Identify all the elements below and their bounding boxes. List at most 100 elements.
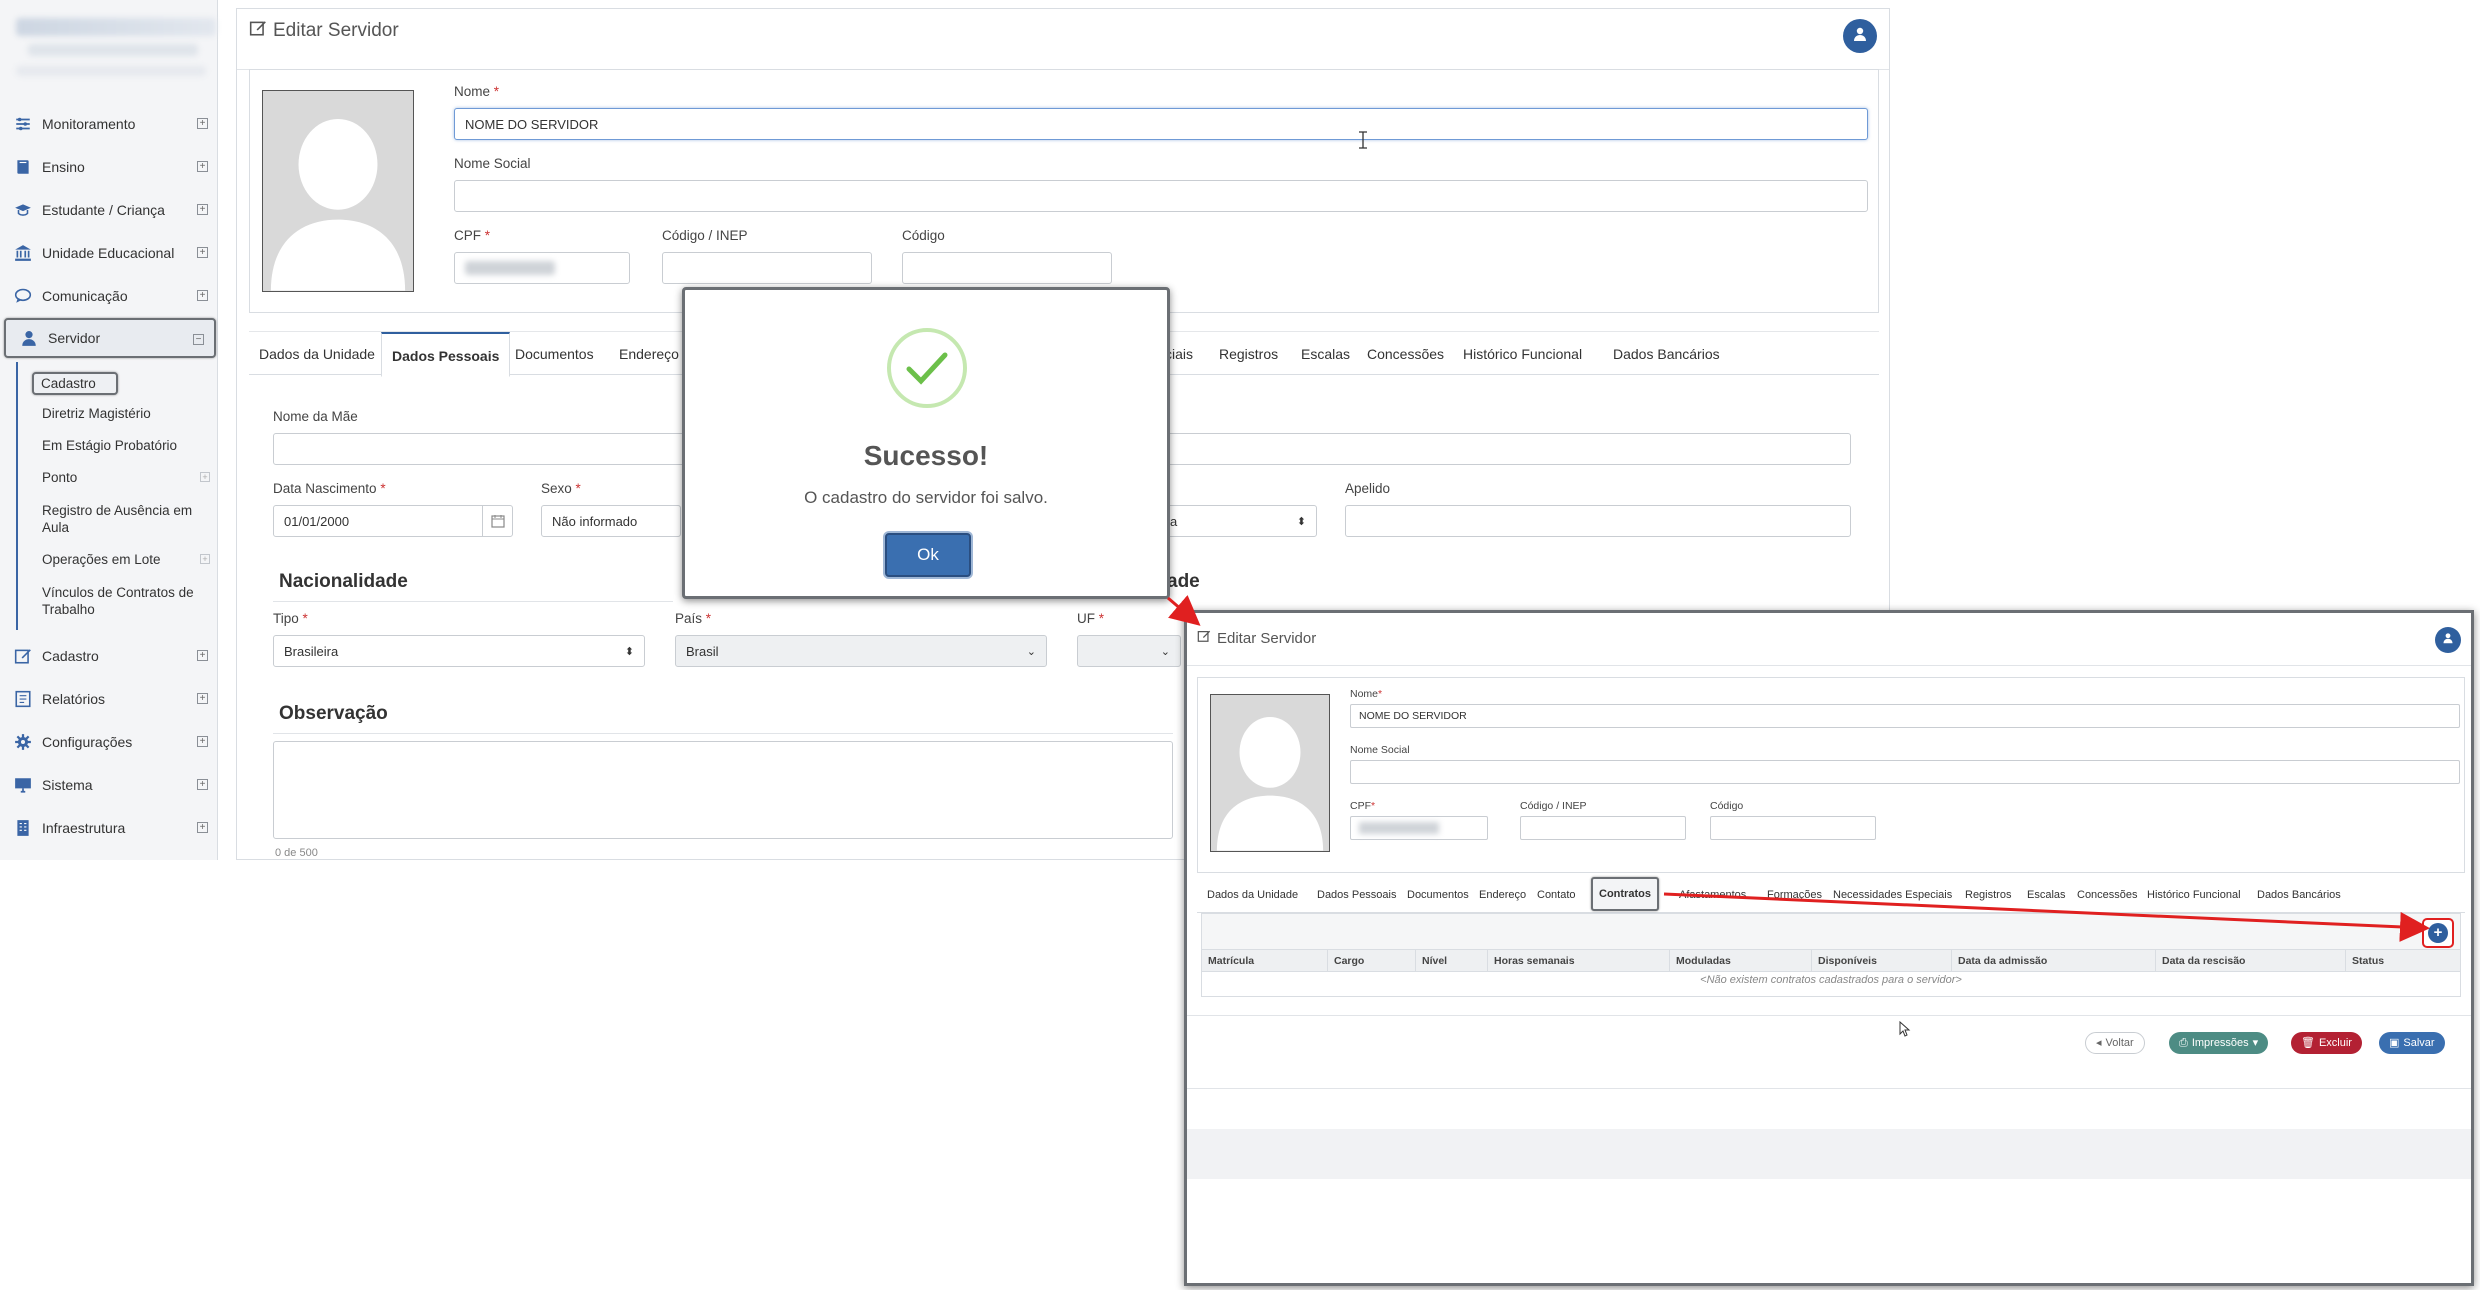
- sidebar-item-estudante[interactable]: Estudante / Criança +: [0, 190, 218, 230]
- inset-tab-necessidades-especiais[interactable]: Necessidades Especiais: [1833, 885, 1952, 905]
- hidden-select[interactable]: a ⬍: [1159, 505, 1317, 537]
- submenu-item-registro-ausencia[interactable]: Registro de Ausência em Aula: [42, 502, 202, 536]
- ok-button[interactable]: Ok: [885, 533, 971, 577]
- sidebar-item-servidor[interactable]: Servidor −: [4, 318, 216, 358]
- codigo-input[interactable]: [902, 252, 1112, 284]
- inset-tab-documentos[interactable]: Documentos: [1407, 885, 1469, 905]
- sidebar-item-cadastro[interactable]: Cadastro +: [0, 636, 218, 676]
- codigo-inep-label: Código / INEP: [662, 228, 748, 243]
- submenu-item-estagio-probatorio[interactable]: Em Estágio Probatório: [42, 437, 222, 454]
- sidebar-item-label: Configurações: [42, 734, 133, 750]
- inset-codigo-label: Código: [1710, 800, 1744, 812]
- sidebar: Monitoramento + Ensino + Estudante / Cri…: [0, 0, 218, 860]
- tab-registros[interactable]: Registros: [1219, 332, 1278, 376]
- cpf-input[interactable]: [454, 252, 630, 284]
- inset-tab-dados-unidade[interactable]: Dados da Unidade: [1207, 885, 1298, 905]
- sliders-icon: [14, 115, 32, 133]
- apelido-input[interactable]: [1345, 505, 1851, 537]
- inset-user-menu-button[interactable]: [2435, 627, 2461, 653]
- sidebar-item-relatorios[interactable]: Relatórios +: [0, 679, 218, 719]
- uf-select[interactable]: ⌄: [1077, 635, 1181, 667]
- nome-label: Nome *: [454, 84, 500, 99]
- submenu-item-diretriz-magisterio[interactable]: Diretriz Magistério: [42, 405, 222, 422]
- column-header[interactable]: Data da admissão: [1952, 950, 2156, 972]
- inset-codigo-input[interactable]: [1710, 816, 1876, 840]
- sidebar-item-label: Infraestrutura: [42, 820, 126, 836]
- caret-down-icon: ▾: [2252, 1037, 2259, 1049]
- grid-header: Matrícula Cargo Nível Horas semanais Mod…: [1202, 950, 2460, 972]
- inset-codigo-inep-input[interactable]: [1520, 816, 1686, 840]
- inset-tab-concessoes[interactable]: Concessões: [2077, 885, 2138, 905]
- tab-endereco[interactable]: Endereço: [619, 332, 679, 376]
- tipo-select[interactable]: Brasileira ⬍: [273, 635, 645, 667]
- inset-cpf-input[interactable]: [1350, 816, 1488, 840]
- book-icon: [14, 158, 32, 176]
- sidebar-item-ensino[interactable]: Ensino +: [0, 147, 218, 187]
- sidebar-item-unidade-educacional[interactable]: Unidade Educacional +: [0, 233, 218, 273]
- inset-tab-endereco[interactable]: Endereço: [1479, 885, 1526, 905]
- expand-icon: +: [200, 554, 210, 564]
- inset-nome-input[interactable]: NOME DO SERVIDOR: [1350, 704, 2460, 728]
- divider: [273, 601, 673, 602]
- add-contract-button[interactable]: +: [2422, 918, 2454, 948]
- sexo-label: Sexo *: [541, 481, 581, 496]
- observacao-textarea[interactable]: [273, 741, 1173, 839]
- data-nascimento-input[interactable]: 01/01/2000: [273, 505, 513, 537]
- submenu-item-vinculos-contratos[interactable]: Vínculos de Contratos de Trabalho: [42, 584, 202, 618]
- inset-tab-registros[interactable]: Registros: [1965, 885, 2011, 905]
- collapse-icon: −: [193, 334, 204, 345]
- tab-dados-bancarios[interactable]: Dados Bancários: [1613, 332, 1720, 376]
- column-header[interactable]: Status: [2346, 950, 2462, 972]
- inset-tab-dados-pessoais[interactable]: Dados Pessoais: [1317, 885, 1397, 905]
- column-header[interactable]: Data da rescisão: [2156, 950, 2346, 972]
- codigo-inep-input[interactable]: [662, 252, 872, 284]
- nome-social-input[interactable]: [454, 180, 1868, 212]
- pais-select[interactable]: Brasil ⌄: [675, 635, 1047, 667]
- inset-tab-afastamentos[interactable]: Afastamentos: [1679, 885, 1746, 905]
- sidebar-item-configuracoes[interactable]: Configurações +: [0, 722, 218, 762]
- submenu-item-operacoes-lote[interactable]: Operações em Lote +: [42, 551, 210, 568]
- sidebar-item-sistema[interactable]: Sistema +: [0, 765, 218, 805]
- submenu-item-ponto[interactable]: Ponto +: [42, 469, 210, 486]
- user-menu-button[interactable]: [1843, 19, 1877, 53]
- pais-label: País *: [675, 611, 712, 626]
- building-icon: [14, 819, 32, 837]
- column-header[interactable]: Horas semanais: [1488, 950, 1670, 972]
- inset-tab-formacoes[interactable]: Formações: [1767, 885, 1822, 905]
- inset-profile-photo[interactable]: [1210, 694, 1330, 852]
- inset-tab-dados-bancarios[interactable]: Dados Bancários: [2257, 885, 2341, 905]
- inset-tab-contratos[interactable]: Contratos: [1591, 877, 1659, 911]
- calendar-icon[interactable]: [482, 506, 512, 536]
- column-header[interactable]: Nível: [1416, 950, 1488, 972]
- column-header[interactable]: Cargo: [1328, 950, 1416, 972]
- save-button[interactable]: ▣ Salvar: [2379, 1032, 2445, 1054]
- tab-dados-unidade[interactable]: Dados da Unidade: [259, 332, 375, 376]
- tab-concessoes[interactable]: Concessões: [1367, 332, 1444, 376]
- tab-dados-pessoais[interactable]: Dados Pessoais: [381, 332, 511, 377]
- column-header[interactable]: Moduladas: [1670, 950, 1812, 972]
- print-button[interactable]: ⎙ Impressões ▾: [2169, 1032, 2269, 1054]
- success-modal: Sucesso! O cadastro do servidor foi salv…: [682, 287, 1170, 599]
- tab-escalas[interactable]: Escalas: [1301, 332, 1350, 376]
- profile-photo-placeholder[interactable]: [262, 90, 414, 292]
- inset-tab-historico-funcional[interactable]: Histórico Funcional: [2147, 885, 2241, 905]
- sidebar-item-label: Estudante / Criança: [42, 202, 165, 218]
- delete-button[interactable]: 🗑 Excluir: [2291, 1032, 2362, 1054]
- tab-documentos[interactable]: Documentos: [515, 332, 594, 376]
- user-icon: [20, 329, 38, 347]
- back-label: Voltar: [2105, 1037, 2134, 1049]
- sidebar-item-monitoramento[interactable]: Monitoramento +: [0, 104, 218, 144]
- sidebar-item-comunicacao[interactable]: Comunicação +: [0, 276, 218, 316]
- sidebar-item-infraestrutura[interactable]: Infraestrutura +: [0, 808, 218, 848]
- tab-historico-funcional[interactable]: Histórico Funcional: [1463, 332, 1582, 376]
- column-header[interactable]: Matrícula: [1202, 950, 1328, 972]
- inset-nome-social-input[interactable]: [1350, 760, 2460, 784]
- nome-input[interactable]: NOME DO SERVIDOR: [454, 108, 1868, 140]
- uf-label: UF *: [1077, 611, 1105, 626]
- inset-tab-escalas[interactable]: Escalas: [2027, 885, 2066, 905]
- sexo-select[interactable]: Não informado: [541, 505, 681, 537]
- column-header[interactable]: Disponíveis: [1812, 950, 1952, 972]
- submenu-item-cadastro[interactable]: Cadastro: [32, 372, 118, 395]
- inset-tab-contato[interactable]: Contato: [1537, 885, 1576, 905]
- back-button[interactable]: ◂ Voltar: [2085, 1032, 2145, 1054]
